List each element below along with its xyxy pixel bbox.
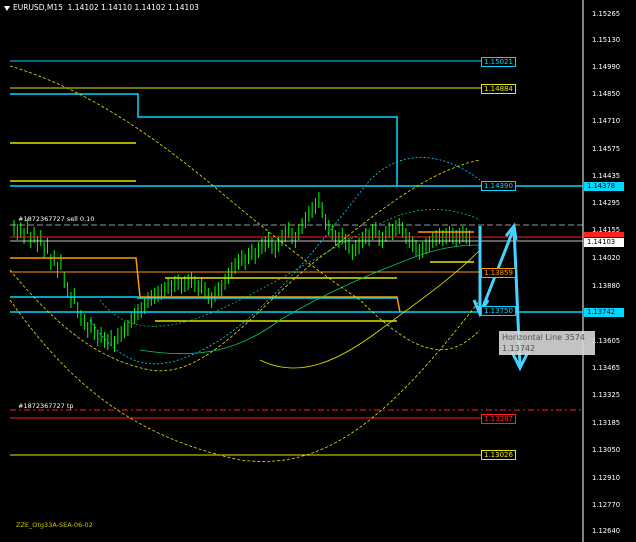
price-tick: 1.13465 — [592, 364, 621, 372]
level-label-3[interactable]: 1.14390 — [481, 181, 516, 191]
price-tick: 1.15265 — [592, 10, 621, 18]
sell-order-label: #1872367727 sell 0.10 — [18, 215, 95, 223]
price-axis[interactable]: 1.15265 1.15130 1.14990 1.14850 1.14710 … — [583, 0, 636, 542]
level-label-6[interactable]: 1.13287 — [481, 414, 516, 424]
price-tag-level: 1.13742 — [584, 308, 624, 317]
footer-label: ZZE_Otg33A-SEA-06-02 — [16, 521, 93, 529]
price-tick: 1.14435 — [592, 172, 621, 180]
price-tick: 1.12640 — [592, 527, 621, 535]
price-tick: 1.15130 — [592, 36, 621, 44]
tooltip-value: 1.13742 — [502, 344, 536, 353]
collapse-triangle-icon[interactable] — [4, 5, 10, 11]
level-label-4[interactable]: 1.13859 — [481, 268, 516, 278]
take-profit-label: #1872367727 tp — [18, 402, 74, 410]
price-tag-level: 1.14378 — [584, 182, 624, 191]
ask-price-marker — [584, 232, 624, 237]
level-label-1[interactable]: 1.15021 — [481, 57, 516, 67]
tooltip-title: Horizontal Line 3574 — [502, 333, 585, 342]
symbol-label: EURUSD,M15 — [13, 3, 63, 12]
line-tooltip: Horizontal Line 3574 1.13742 — [499, 331, 595, 355]
price-tick: 1.13880 — [592, 282, 621, 290]
price-chart[interactable] — [0, 0, 636, 542]
price-tick: 1.14990 — [592, 63, 621, 71]
price-tag-current: 1.14103 — [584, 238, 624, 247]
price-tick: 1.14575 — [592, 145, 621, 153]
level-label-7[interactable]: 1.13026 — [481, 450, 516, 460]
level-label-2[interactable]: 1.14884 — [481, 84, 516, 94]
price-tick: 1.14710 — [592, 117, 621, 125]
price-tick: 1.13050 — [592, 446, 621, 454]
price-tick: 1.13325 — [592, 391, 621, 399]
price-tick: 1.12910 — [592, 474, 621, 482]
price-tick: 1.14850 — [592, 90, 621, 98]
price-tick: 1.14020 — [592, 254, 621, 262]
ohlc-label: 1.14102 1.14110 1.14102 1.14103 — [67, 3, 199, 12]
price-tick: 1.13605 — [592, 337, 621, 345]
price-tick: 1.13185 — [592, 419, 621, 427]
level-label-5[interactable]: 1.13750 — [481, 306, 516, 316]
price-tick: 1.14295 — [592, 199, 621, 207]
price-tick: 1.12770 — [592, 501, 621, 509]
chart-header: EURUSD,M15 1.14102 1.14110 1.14102 1.141… — [4, 3, 199, 12]
